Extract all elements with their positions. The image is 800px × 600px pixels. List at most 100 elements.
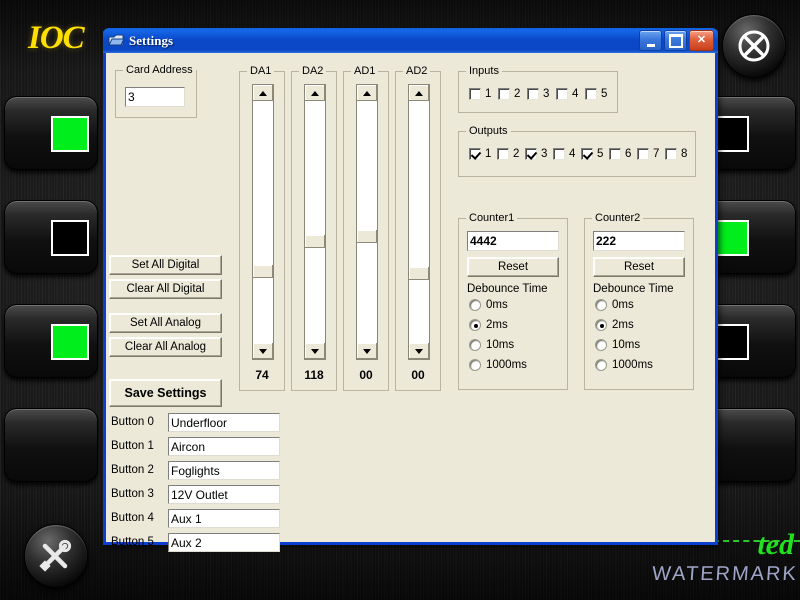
card-address-input[interactable]: 3	[125, 87, 185, 107]
scroll-down-arrow-icon[interactable]	[305, 343, 325, 359]
panel-button-l4[interactable]	[4, 408, 98, 482]
slider-scrollbar-ad2[interactable]	[408, 84, 430, 360]
checkbox-box[interactable]	[609, 148, 621, 160]
debounce-radio-1-1000ms[interactable]: 1000ms	[469, 359, 527, 371]
radio-circle[interactable]	[469, 319, 481, 331]
debounce-radio-1-0ms[interactable]: 0ms	[469, 299, 508, 311]
button-name-input-0[interactable]: Underfloor	[168, 413, 280, 432]
debounce-radio-2-2ms[interactable]: 2ms	[595, 319, 634, 331]
radio-label: 2ms	[612, 319, 634, 331]
panel-button-l3[interactable]	[4, 304, 98, 378]
input-checkbox-1[interactable]: 1	[469, 88, 491, 100]
input-checkbox-3[interactable]: 3	[527, 88, 549, 100]
checkbox-box[interactable]	[469, 88, 481, 100]
scroll-thumb[interactable]	[409, 267, 429, 280]
checkbox-box[interactable]	[556, 88, 568, 100]
checkbox-box[interactable]	[497, 148, 509, 160]
dialog-titlebar[interactable]: Settings ✕	[103, 28, 718, 53]
set-all-digital-button[interactable]: Set All Digital	[109, 255, 222, 275]
counter-value-input-1[interactable]: 4442	[467, 231, 559, 251]
counter-reset-button-1[interactable]: Reset	[467, 257, 559, 277]
slider-group-da1: DA174	[239, 71, 285, 391]
maximize-button[interactable]	[664, 30, 687, 51]
radio-circle[interactable]	[469, 359, 481, 371]
slider-scrollbar-ad1[interactable]	[356, 84, 378, 360]
counter-reset-button-2[interactable]: Reset	[593, 257, 685, 277]
scroll-thumb[interactable]	[305, 235, 325, 248]
debounce-radio-2-1000ms[interactable]: 1000ms	[595, 359, 653, 371]
checkbox-box[interactable]	[581, 148, 593, 160]
checkbox-box[interactable]	[527, 88, 539, 100]
scroll-down-arrow-icon[interactable]	[357, 343, 377, 359]
checkbox-box[interactable]	[498, 88, 510, 100]
slider-scrollbar-da2[interactable]	[304, 84, 326, 360]
window-controls: ✕	[639, 30, 714, 51]
debounce-radio-2-10ms[interactable]: 10ms	[595, 339, 640, 351]
button-name-input-5[interactable]: Aux 2	[168, 533, 280, 552]
slider-legend: AD2	[403, 65, 430, 77]
button-name-input-4[interactable]: Aux 1	[168, 509, 280, 528]
scroll-up-arrow-icon[interactable]	[305, 85, 325, 101]
checkbox-box[interactable]	[665, 148, 677, 160]
card-address-group: Card Address 3	[115, 70, 197, 118]
checkbox-box[interactable]	[469, 148, 481, 160]
checkbox-label: 1	[485, 148, 491, 160]
checkbox-box[interactable]	[525, 148, 537, 160]
button-name-input-1[interactable]: Aircon	[168, 437, 280, 456]
scroll-up-arrow-icon[interactable]	[253, 85, 273, 101]
radio-circle[interactable]	[469, 299, 481, 311]
input-checkbox-5[interactable]: 5	[585, 88, 607, 100]
output-checkbox-5[interactable]: 5	[581, 148, 603, 160]
led-indicator	[51, 116, 89, 152]
settings-dialog: Settings ✕ Card Address 3 DA174DA2118AD1…	[103, 31, 718, 545]
scroll-thumb[interactable]	[253, 265, 273, 278]
checkbox-box[interactable]	[553, 148, 565, 160]
radio-circle[interactable]	[595, 339, 607, 351]
output-checkbox-8[interactable]: 8	[665, 148, 687, 160]
debounce-time-label-2: Debounce Time	[593, 283, 674, 295]
radio-circle[interactable]	[595, 299, 607, 311]
radio-circle[interactable]	[595, 359, 607, 371]
counter-group-1: Counter14442ResetDebounce Time0ms2ms10ms…	[458, 218, 568, 390]
checkbox-label: 4	[572, 88, 578, 100]
checkbox-label: 2	[514, 88, 520, 100]
close-button[interactable]: ✕	[689, 30, 714, 51]
scroll-down-arrow-icon[interactable]	[253, 343, 273, 359]
minimize-button[interactable]	[639, 30, 662, 51]
panel-button-l1[interactable]	[4, 96, 98, 170]
scroll-down-arrow-icon[interactable]	[409, 343, 429, 359]
debounce-radio-1-10ms[interactable]: 10ms	[469, 339, 514, 351]
radio-circle[interactable]	[469, 339, 481, 351]
close-round-button[interactable]	[722, 14, 786, 78]
scroll-up-arrow-icon[interactable]	[357, 85, 377, 101]
input-checkbox-2[interactable]: 2	[498, 88, 520, 100]
radio-circle[interactable]	[595, 319, 607, 331]
output-checkbox-4[interactable]: 4	[553, 148, 575, 160]
panel-button-l2[interactable]	[4, 200, 98, 274]
debounce-radio-2-0ms[interactable]: 0ms	[595, 299, 634, 311]
output-checkbox-3[interactable]: 3	[525, 148, 547, 160]
checkbox-box[interactable]	[585, 88, 597, 100]
output-checkbox-1[interactable]: 1	[469, 148, 491, 160]
tools-round-button[interactable]	[24, 524, 88, 588]
clear-all-digital-button[interactable]: Clear All Digital	[109, 279, 222, 299]
counter-legend: Counter1	[466, 212, 517, 224]
output-checkbox-7[interactable]: 7	[637, 148, 659, 160]
save-settings-button[interactable]: Save Settings	[109, 379, 222, 407]
scroll-up-arrow-icon[interactable]	[409, 85, 429, 101]
button-name-input-2[interactable]: Foglights	[168, 461, 280, 480]
button-name-input-3[interactable]: 12V Outlet	[168, 485, 280, 504]
checkbox-box[interactable]	[637, 148, 649, 160]
button-name-label-5: Button 5	[111, 536, 154, 548]
clear-all-analog-button[interactable]: Clear All Analog	[109, 337, 222, 357]
output-checkbox-6[interactable]: 6	[609, 148, 631, 160]
debounce-radio-1-2ms[interactable]: 2ms	[469, 319, 508, 331]
counter-value-input-2[interactable]: 222	[593, 231, 685, 251]
outputs-legend: Outputs	[466, 125, 511, 137]
checkbox-label: 4	[569, 148, 575, 160]
slider-scrollbar-da1[interactable]	[252, 84, 274, 360]
input-checkbox-4[interactable]: 4	[556, 88, 578, 100]
set-all-analog-button[interactable]: Set All Analog	[109, 313, 222, 333]
output-checkbox-2[interactable]: 2	[497, 148, 519, 160]
scroll-thumb[interactable]	[357, 230, 377, 243]
